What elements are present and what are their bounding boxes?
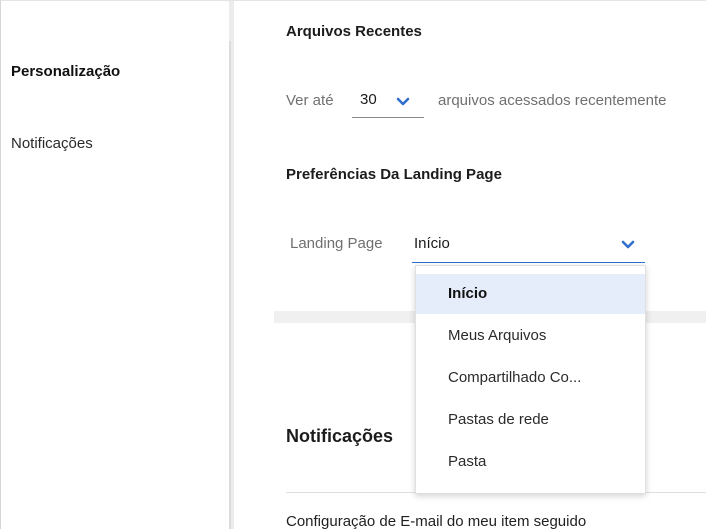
dropdown-option-pasta[interactable]: Pasta <box>416 442 645 482</box>
recent-files-prefix: Ver até <box>286 92 334 109</box>
landing-page-value: Início <box>414 235 450 252</box>
landing-page-label: Landing Page <box>290 235 383 252</box>
notifications-title: Notificações <box>286 426 394 446</box>
dropdown-option-meus-arquivos[interactable]: Meus Arquivos <box>416 316 645 356</box>
recent-files-title: Arquivos Recentes <box>286 23 422 40</box>
sidebar-divider-line <box>229 41 231 529</box>
sidebar-item-notificacoes[interactable]: Notificações <box>11 135 93 152</box>
landing-page-title: Preferências Da Landing Page <box>286 166 502 183</box>
email-config-label: Configuração de E-mail do meu item segui… <box>286 513 587 529</box>
sidebar: Personalização Notificações <box>1 1 229 529</box>
landing-page-select[interactable]: Início <box>412 229 645 263</box>
landing-page-dropdown: Início Meus Arquivos Compartilhado Co...… <box>415 265 646 494</box>
sidebar-item-personalizacao[interactable]: Personalização <box>11 63 120 80</box>
dropdown-option-compartilhado[interactable]: Compartilhado Co... <box>416 358 645 398</box>
recent-count-value: 30 <box>360 91 377 108</box>
recent-count-select[interactable]: 30 <box>352 89 424 118</box>
chevron-down-icon <box>621 237 635 255</box>
recent-files-suffix: arquivos acessados recentemente <box>438 92 667 109</box>
settings-window: Personalização Notificações Arquivos Rec… <box>0 0 706 529</box>
dropdown-option-pastas-de-rede[interactable]: Pastas de rede <box>416 400 645 440</box>
dropdown-option-inicio[interactable]: Início <box>416 274 645 314</box>
chevron-down-icon <box>396 94 410 111</box>
